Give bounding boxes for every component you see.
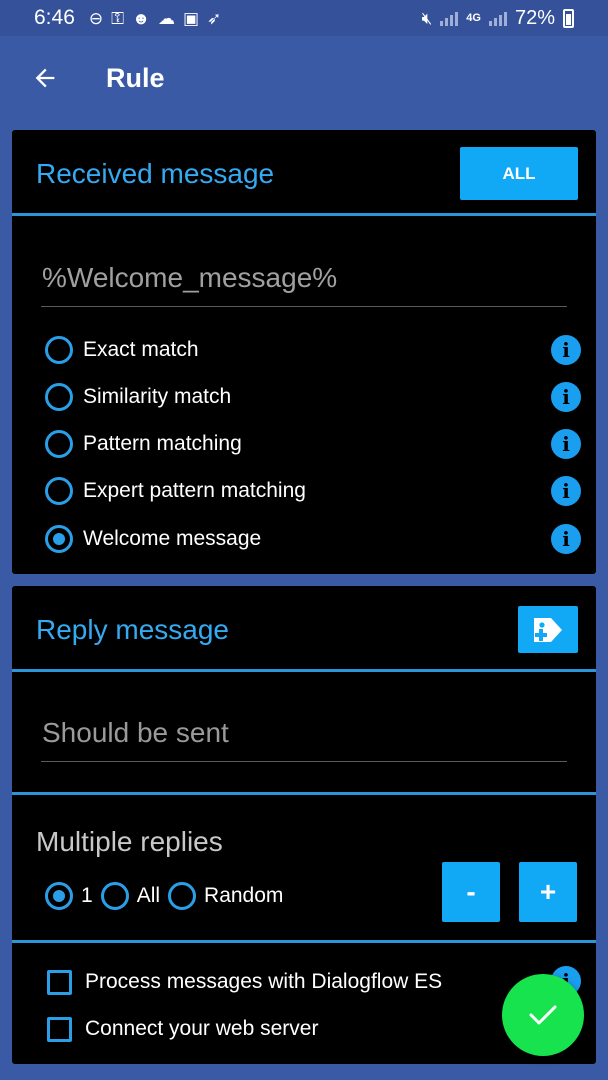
radio-one[interactable] <box>45 882 73 910</box>
option-label: Welcome message <box>83 527 262 550</box>
robot-icon: ☻ <box>132 8 150 28</box>
info-icon[interactable]: i <box>551 476 581 506</box>
status-time: 6:46 <box>34 6 75 29</box>
info-icon[interactable]: i <box>551 335 581 365</box>
status-bar: 6:46 ⊖ ⚿ ☻ ☁ ▣ ➶ 🔇︎ 4G 72% <box>0 0 608 36</box>
option-pattern-matching[interactable]: Pattern matching <box>45 424 242 464</box>
received-message-card: Received message ALL %Welcome_message% E… <box>12 130 596 574</box>
page-title: Rule <box>106 62 165 93</box>
checkmark-icon <box>529 1005 557 1025</box>
radio-button[interactable] <box>45 383 73 411</box>
back-button[interactable] <box>0 36 90 120</box>
4g-icon: 4G <box>466 11 481 24</box>
decrement-button[interactable]: - <box>442 862 500 922</box>
option-expert-pattern-matching[interactable]: Expert pattern matching <box>45 471 306 511</box>
key-icon: ⚿ <box>111 8 125 28</box>
dialogflow-option[interactable]: Process messages with Dialogflow ES <box>47 964 442 1000</box>
option-welcome-message[interactable]: Welcome message <box>45 519 261 559</box>
image-icon: ▣ <box>182 8 200 28</box>
radio-random-label: Random <box>204 884 284 907</box>
arrow-left-icon <box>35 68 55 88</box>
reply-message-title: Reply message <box>36 614 229 645</box>
signal-icon <box>488 10 507 26</box>
rocket-icon: ➶ <box>207 8 222 28</box>
radio-all-label: All <box>136 884 161 907</box>
option-similarity-match[interactable]: Similarity match <box>45 377 231 417</box>
radio-button[interactable] <box>45 336 73 364</box>
received-message-title: Received message <box>36 158 275 189</box>
mute-icon: 🔇︎ <box>421 8 433 28</box>
all-button[interactable]: ALL <box>460 147 578 200</box>
radio-button-selected[interactable] <box>45 525 73 553</box>
add-tag-icon <box>534 617 562 642</box>
radio-button[interactable] <box>45 477 73 505</box>
radio-button[interactable] <box>45 430 73 458</box>
radio-all[interactable] <box>100 882 129 910</box>
reply-message-header: Reply message <box>12 586 596 672</box>
option-exact-match[interactable]: Exact match <box>45 330 199 370</box>
option-label: Expert pattern matching <box>83 479 306 502</box>
info-icon[interactable]: i <box>551 524 581 554</box>
battery-percent: 72% <box>514 6 555 29</box>
radio-one-label: 1 <box>81 884 93 907</box>
received-message-input[interactable]: %Welcome_message% <box>41 255 567 307</box>
option-label: Similarity match <box>83 385 232 408</box>
dialogflow-label: Process messages with Dialogflow ES <box>85 970 443 993</box>
add-tag-button[interactable] <box>518 606 578 653</box>
cloud-icon: ☁ <box>157 8 175 28</box>
do-not-disturb-icon: ⊖ <box>88 8 104 28</box>
app-bar: Rule <box>0 36 608 120</box>
dialogflow-checkbox[interactable] <box>47 969 72 995</box>
option-label: Pattern matching <box>83 432 242 455</box>
section-divider <box>12 792 596 795</box>
option-label: Exact match <box>83 338 199 361</box>
radio-random[interactable] <box>168 882 197 910</box>
signal-icon <box>440 10 459 26</box>
webserver-option[interactable]: Connect your web server <box>47 1011 318 1047</box>
reply-message-input[interactable]: Should be sent <box>41 710 567 762</box>
info-icon[interactable]: i <box>551 382 581 412</box>
section-divider <box>12 940 596 943</box>
webserver-checkbox[interactable] <box>47 1016 72 1042</box>
increment-button[interactable]: + <box>519 862 577 922</box>
info-icon[interactable]: i <box>551 429 581 459</box>
multiple-replies-options: 1 All Random <box>45 876 291 916</box>
multiple-replies-title: Multiple replies <box>36 826 223 857</box>
received-message-header: Received message ALL <box>12 130 596 216</box>
save-fab-button[interactable] <box>502 974 584 1056</box>
battery-icon <box>563 8 574 28</box>
webserver-label: Connect your web server <box>85 1017 319 1040</box>
